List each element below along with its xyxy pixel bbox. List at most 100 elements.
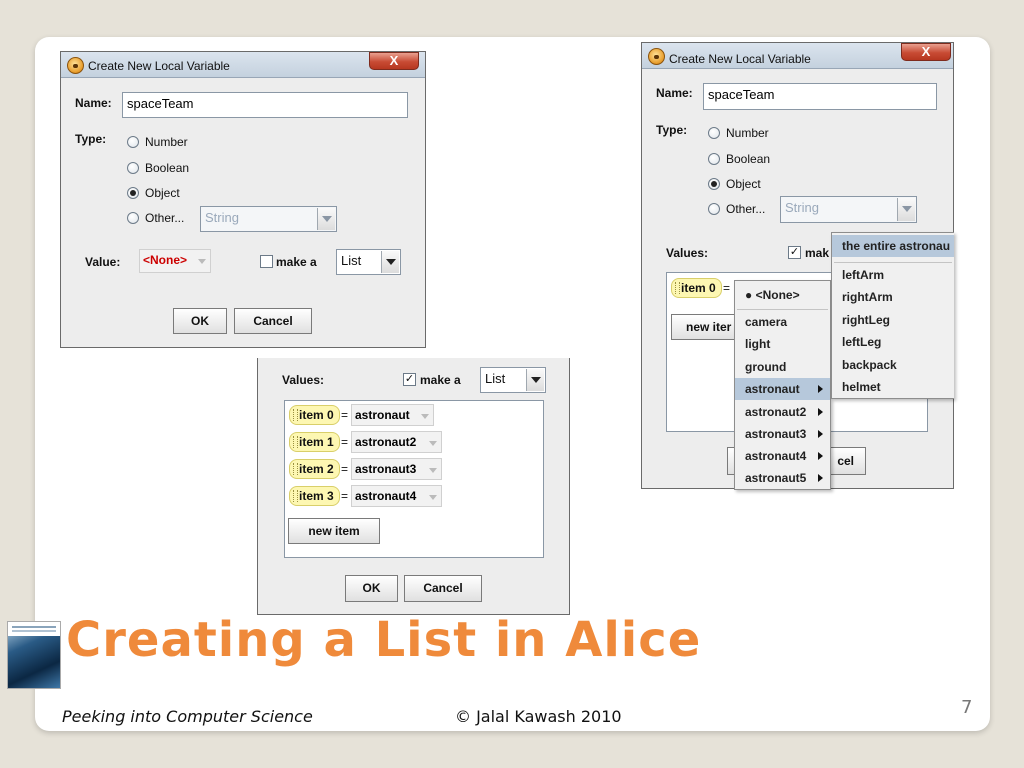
list-item-label[interactable]: item 0 <box>289 405 340 425</box>
menu-item-none[interactable]: ● <None> <box>735 284 830 306</box>
equals-sign: = <box>723 281 731 295</box>
name-input[interactable]: spaceTeam <box>122 92 408 118</box>
submenu-item-leftarm[interactable]: leftArm <box>832 264 954 286</box>
footer-copyright: © Jalal Kawash 2010 <box>455 707 622 726</box>
list-item-value-dropdown[interactable]: astronaut2 <box>351 431 442 453</box>
alice-app-icon <box>67 57 84 74</box>
radio-number[interactable] <box>708 127 720 139</box>
equals-sign: = <box>341 489 349 503</box>
alice-app-icon <box>648 48 665 65</box>
chevron-down-icon <box>897 198 915 221</box>
submenu-item-leftleg[interactable]: leftLeg <box>832 331 954 353</box>
title-bar[interactable]: Create New Local Variable X <box>642 43 953 69</box>
list-item-value: astronaut <box>355 408 410 422</box>
make-a-label: make a <box>276 255 317 269</box>
radio-object-label: Object <box>145 186 180 200</box>
footer-book-title: Peeking into Computer Science <box>62 707 313 726</box>
submenu-item-entire-astronaut[interactable]: the entire astronau <box>832 235 954 257</box>
list-item-value-dropdown[interactable]: astronaut3 <box>351 458 442 480</box>
make-a-checkbox[interactable] <box>260 255 273 268</box>
radio-number-label: Number <box>145 135 188 149</box>
radio-object[interactable] <box>708 178 720 190</box>
equals-sign: = <box>341 408 349 422</box>
name-label: Name: <box>656 86 693 100</box>
list-items-area: item 0 = astronaut item 1 = astronaut2 i… <box>284 400 544 558</box>
value-dropdown[interactable]: <None> <box>139 249 211 273</box>
menu-item-astronaut[interactable]: astronaut <box>735 378 830 400</box>
make-a-label-cut: mak <box>805 246 830 260</box>
collection-type-combo[interactable]: List <box>336 249 401 275</box>
menu-item-astronaut2[interactable]: astronaut2 <box>735 401 830 423</box>
list-item-label[interactable]: item 2 <box>289 459 340 479</box>
type-label: Type: <box>75 132 107 146</box>
list-item-value: astronaut2 <box>355 435 417 449</box>
submenu-item-helmet[interactable]: helmet <box>832 376 954 398</box>
make-a-checkbox[interactable]: ✓ <box>403 373 416 386</box>
radio-boolean-label: Boolean <box>145 161 190 175</box>
object-dropdown-menu: ● <None> camera light ground astronaut a… <box>734 280 831 490</box>
dialog-title: Create New Local Variable <box>88 59 230 73</box>
menu-item-ground[interactable]: ground <box>735 356 830 378</box>
list-item-value-dropdown[interactable]: astronaut4 <box>351 485 442 507</box>
values-label: Values: <box>666 246 709 260</box>
equals-sign: = <box>341 435 349 449</box>
value-label: Value: <box>85 255 121 269</box>
values-label: Values: <box>282 373 325 387</box>
type-label: Type: <box>656 123 688 137</box>
menu-item-light[interactable]: light <box>735 333 830 355</box>
chevron-down-icon <box>381 251 399 273</box>
radio-other-label: Other... <box>145 211 185 225</box>
new-item-button[interactable]: new item <box>288 518 380 544</box>
submenu-item-backpack[interactable]: backpack <box>832 354 954 376</box>
radio-number[interactable] <box>127 136 139 148</box>
dialog-title: Create New Local Variable <box>669 52 811 66</box>
menu-item-label: camera <box>745 315 788 329</box>
radio-object[interactable] <box>127 187 139 199</box>
menu-item-label: astronaut4 <box>745 449 807 463</box>
other-type-combo: String <box>780 196 917 223</box>
close-button[interactable]: X <box>901 43 951 61</box>
radio-other[interactable] <box>708 203 720 215</box>
radio-object-label: Object <box>726 177 761 191</box>
make-a-label: make a <box>420 373 461 387</box>
make-a-checkbox[interactable]: ✓ <box>788 246 801 259</box>
submenu-arrow-icon <box>818 430 823 438</box>
name-input[interactable]: spaceTeam <box>703 83 937 110</box>
title-bar[interactable]: Create New Local Variable X <box>61 52 425 78</box>
ok-button[interactable]: OK <box>173 308 227 334</box>
cancel-button[interactable]: Cancel <box>404 575 482 602</box>
other-type-combo: String <box>200 206 337 232</box>
list-item-label[interactable]: item 3 <box>289 486 340 506</box>
submenu-item-rightarm[interactable]: rightArm <box>832 286 954 308</box>
radio-number-label: Number <box>726 126 769 140</box>
other-type-value: String <box>785 200 819 215</box>
other-type-value: String <box>205 210 239 225</box>
radio-other[interactable] <box>127 212 139 224</box>
list-item-label[interactable]: item 0 <box>671 278 722 298</box>
equals-sign: = <box>341 462 349 476</box>
list-item-label[interactable]: item 1 <box>289 432 340 452</box>
close-button[interactable]: X <box>369 52 419 70</box>
menu-item-camera[interactable]: camera <box>735 311 830 333</box>
submenu-arrow-icon <box>818 452 823 460</box>
menu-item-astronaut5[interactable]: astronaut5 <box>735 467 830 489</box>
cancel-button[interactable]: Cancel <box>234 308 312 334</box>
radio-boolean[interactable] <box>127 162 139 174</box>
value-none: <None> <box>143 253 188 267</box>
menu-item-astronaut4[interactable]: astronaut4 <box>735 445 830 467</box>
radio-other-label: Other... <box>726 202 766 216</box>
list-item-value-dropdown[interactable]: astronaut <box>351 404 434 426</box>
list-item-value: astronaut4 <box>355 489 417 503</box>
menu-item-astronaut3[interactable]: astronaut3 <box>735 423 830 445</box>
book-cover-thumbnail <box>7 621 61 689</box>
submenu-arrow-icon <box>818 408 823 416</box>
radio-boolean[interactable] <box>708 153 720 165</box>
name-label: Name: <box>75 96 112 110</box>
slide-number: 7 <box>961 697 973 718</box>
slide-title: Creating a List in Alice <box>66 612 702 668</box>
menu-separator <box>834 262 952 263</box>
submenu-item-rightleg[interactable]: rightLeg <box>832 309 954 331</box>
menu-separator <box>737 309 828 310</box>
ok-button[interactable]: OK <box>345 575 398 602</box>
collection-type-combo[interactable]: List <box>480 367 546 393</box>
